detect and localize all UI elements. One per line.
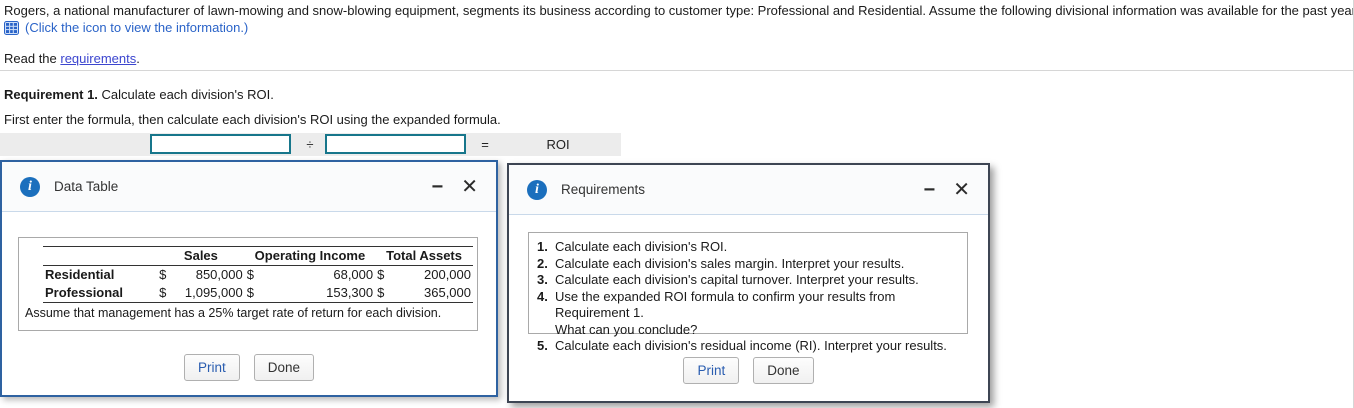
requirements-window: i Requirements − ✕ 1. Calculate each div… (507, 163, 990, 403)
target-rate-note: Assume that management has a 25% target … (25, 306, 442, 320)
equals-sign: = (481, 137, 489, 152)
info-icon: i (527, 179, 547, 200)
item-text: Calculate each division's ROI. (555, 239, 728, 254)
requirements-button-row: Print Done (509, 357, 988, 384)
requirement-item-3: 3. Calculate each division's capital tur… (537, 272, 959, 289)
formula-bar: ÷ = ROI (0, 133, 621, 156)
table-row: Residential $ 850,000 $ 68,000 $ 200,000 (43, 266, 473, 285)
requirements-window-title: Requirements (561, 182, 646, 197)
data-table-window: i Data Table − ✕ Sales Operating Income … (0, 160, 498, 397)
currency-sign: $ (157, 284, 176, 303)
read-requirements-line: Read the requirements. (4, 51, 140, 66)
requirement-item-2: 2. Calculate each division's sales margi… (537, 256, 959, 273)
requirement-item-1: 1. Calculate each division's ROI. (537, 239, 959, 256)
data-table-titlebar[interactable]: i Data Table − ✕ (2, 162, 496, 212)
requirements-titlebar[interactable]: i Requirements − ✕ (509, 165, 988, 215)
professional-total-assets: 365,000 (393, 284, 473, 303)
close-icon[interactable]: ✕ (953, 180, 970, 200)
print-button[interactable]: Print (183, 354, 240, 381)
requirement1-text: Calculate each division's ROI. (97, 87, 274, 102)
item-number: 1. (537, 239, 548, 254)
residential-operating-income: 68,000 (333, 267, 374, 282)
formula-denominator-input[interactable] (325, 134, 466, 154)
requirement1-label: Requirement 1. (4, 87, 98, 102)
requirement-item-5: 5. Calculate each division's residual in… (537, 338, 959, 355)
item-text: Calculate each division's residual incom… (555, 338, 947, 353)
item-number: 4. (537, 288, 548, 304)
col-header-total-assets: Total Assets (375, 246, 473, 266)
done-button[interactable]: Done (253, 354, 315, 381)
residential-sales: 850,000 (195, 267, 243, 282)
roi-result-label: ROI (546, 137, 570, 152)
close-icon[interactable]: ✕ (461, 177, 478, 197)
minimize-icon[interactable]: − (924, 180, 936, 200)
row-label-professional: Professional (43, 284, 158, 303)
item-number: 5. (537, 338, 548, 353)
minimize-icon[interactable]: − (432, 177, 444, 197)
requirements-box: 1. Calculate each division's ROI. 2. Cal… (528, 232, 968, 353)
requirement1-heading: Requirement 1. Calculate each division's… (4, 87, 274, 102)
professional-operating-income: 153,300 (263, 284, 376, 303)
done-button[interactable]: Done (753, 357, 814, 384)
data-table-button-row: Print Done (2, 354, 496, 381)
item-number: 2. (537, 255, 548, 271)
data-table-caption-line: (Click the icon to view the information.… (4, 20, 248, 35)
currency-sign: $ (375, 284, 394, 303)
print-button[interactable]: Print (683, 357, 740, 384)
item-text: Use the expanded ROI formula to confirm … (555, 288, 896, 321)
residential-total-assets: 200,000 (424, 267, 471, 282)
data-table-box: Sales Operating Income Total Assets Resi… (18, 237, 478, 331)
data-table-caption[interactable]: (Click the icon to view the information.… (25, 20, 248, 35)
requirement-item-4-continuation: What can you conclude? (555, 321, 698, 337)
currency-sign: $ (377, 267, 385, 282)
table-header-row: Sales Operating Income Total Assets (43, 246, 473, 266)
item-text: Calculate each division's capital turnov… (555, 272, 919, 287)
horizontal-divider (0, 70, 1354, 71)
col-header-operating-income: Operating Income (244, 246, 376, 266)
requirements-link[interactable]: requirements (60, 51, 136, 66)
table-row: Professional $ 1,095,000 $ 153,300 $ 365… (43, 284, 473, 303)
item-number: 3. (537, 272, 548, 287)
read-suffix: . (136, 51, 140, 66)
problem-statement: Rogers, a national manufacturer of lawn-… (4, 3, 1354, 18)
data-table-window-title: Data Table (54, 179, 119, 194)
data-table-icon[interactable] (4, 20, 19, 35)
formula-numerator-input[interactable] (150, 134, 291, 154)
currency-sign: $ (246, 267, 254, 282)
divide-sign: ÷ (306, 137, 314, 152)
item-text: Calculate each division's sales margin. … (555, 255, 905, 271)
professional-sales: 1,095,000 (175, 284, 245, 303)
col-header-sales: Sales (157, 246, 245, 266)
requirement-item-4: 4. Use the expanded ROI formula to confi… (537, 289, 959, 322)
currency-sign: $ (244, 284, 264, 303)
read-prefix: Read the (4, 51, 61, 66)
row-label-residential: Residential (45, 267, 115, 282)
division-data-table: Sales Operating Income Total Assets Resi… (43, 246, 473, 303)
info-icon: i (20, 176, 40, 197)
formula-instruction: First enter the formula, then calculate … (4, 112, 501, 127)
currency-sign: $ (159, 267, 167, 282)
